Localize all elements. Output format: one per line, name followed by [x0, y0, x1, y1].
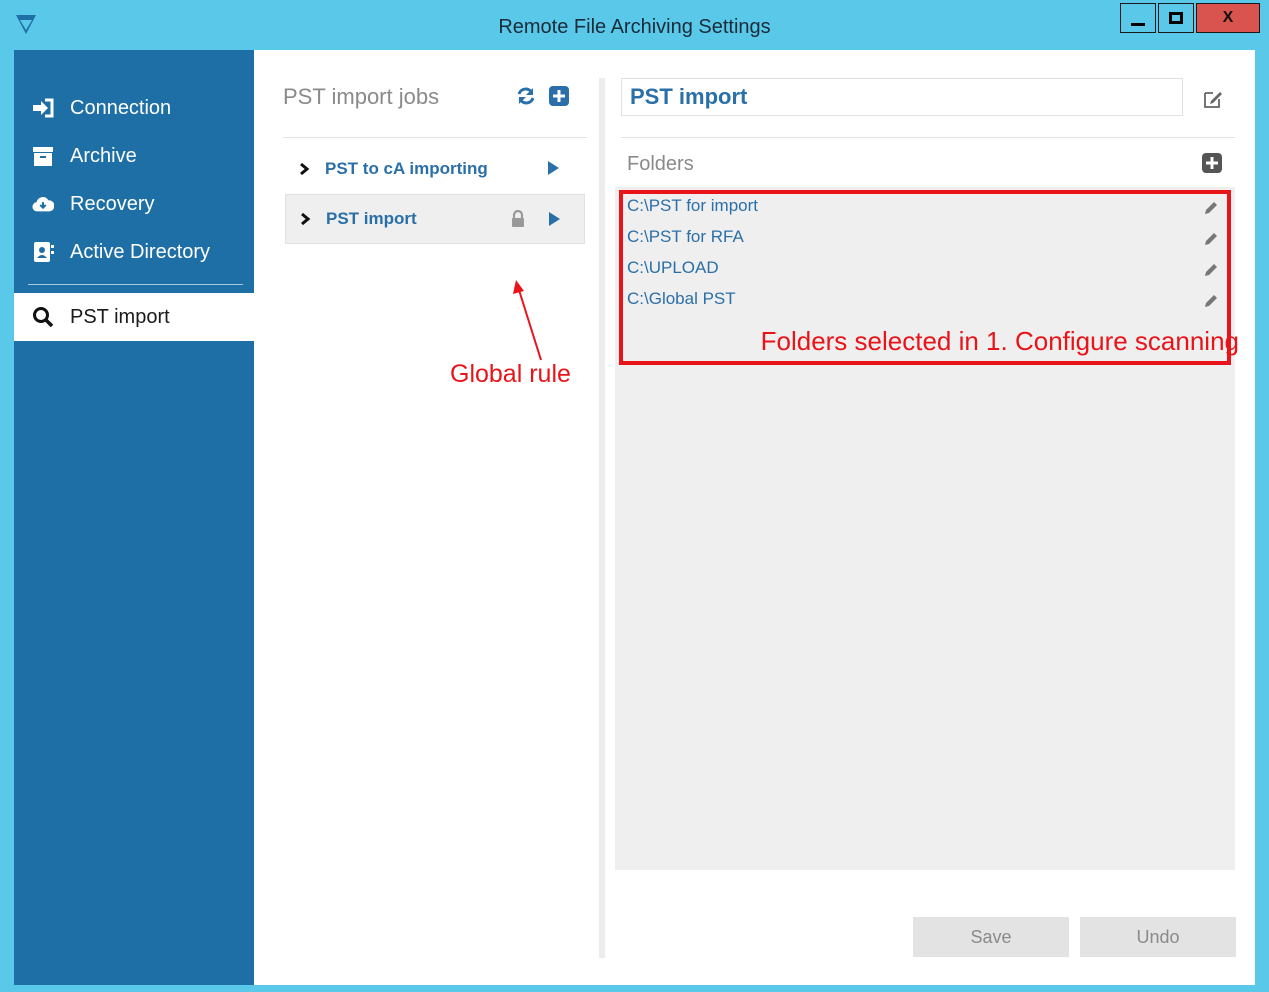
job-item-pst-import[interactable]: PST import [285, 194, 585, 244]
refresh-icon[interactable] [516, 86, 536, 106]
minimize-icon [1131, 22, 1145, 26]
edit-icon[interactable] [1202, 88, 1224, 110]
sidebar-item-label: Connection [70, 96, 172, 119]
sidebar-item-active-directory[interactable]: Active Directory [14, 230, 254, 274]
sign-in-icon [32, 97, 54, 119]
window-title: Remote File Archiving Settings [498, 16, 771, 38]
sidebar-item-label: Recovery [70, 192, 155, 215]
add-folder-icon[interactable] [1202, 153, 1222, 173]
sidebar-item-recovery[interactable]: Recovery [14, 182, 254, 226]
chevron-right-icon[interactable] [298, 212, 312, 226]
jobs-panel: PST import jobs PST to cA importing PST … [254, 50, 605, 985]
annotation-global-rule: Global rule [450, 360, 571, 388]
sidebar-item-archive[interactable]: Archive [14, 134, 254, 178]
annotation-folders-note: Folders selected in 1. Configure scannin… [760, 326, 1239, 356]
search-icon [32, 306, 54, 328]
sidebar-item-pst-import[interactable]: PST import [14, 293, 254, 341]
jobs-divider [283, 137, 587, 138]
add-job-icon[interactable] [549, 86, 569, 106]
sidebar-divider [28, 284, 243, 285]
maximize-button[interactable] [1158, 3, 1194, 33]
client-area: Connection Archive Recovery Active Direc… [14, 50, 1255, 985]
sidebar-item-connection[interactable]: Connection [14, 86, 254, 130]
job-item-pst-to-ca-importing[interactable]: PST to cA importing [285, 144, 585, 194]
undo-button[interactable]: Undo [1080, 917, 1236, 957]
run-job-icon[interactable] [546, 211, 562, 227]
maximize-icon [1169, 12, 1183, 24]
sidebar-item-label: Active Directory [70, 240, 211, 263]
chevron-right-icon[interactable] [297, 162, 311, 176]
job-name-field[interactable] [621, 78, 1183, 116]
sidebar: Connection Archive Recovery Active Direc… [14, 50, 254, 985]
save-button[interactable]: Save [913, 917, 1069, 957]
sidebar-item-label: PST import [70, 305, 170, 328]
detail-divider [621, 137, 1235, 138]
address-book-icon [32, 241, 54, 263]
sidebar-item-label: Archive [70, 144, 137, 167]
archive-icon [32, 145, 54, 167]
panel-divider [599, 78, 605, 958]
cloud-download-icon [32, 193, 54, 215]
folders-title: Folders [627, 153, 694, 175]
annotation-arrow [513, 280, 542, 361]
title-bar: Remote File Archiving Settings X [0, 0, 1269, 50]
jobs-title: PST import jobs [283, 84, 440, 109]
lock-icon [512, 210, 524, 227]
minimize-button[interactable] [1120, 3, 1156, 33]
app-window: Remote File Archiving Settings X Connect… [0, 0, 1269, 992]
job-detail-panel: Folders C:\PST for import C:\PST for RFA… [614, 50, 1255, 985]
job-label: PST import [326, 209, 417, 228]
close-button[interactable]: X [1196, 3, 1260, 33]
job-label: PST to cA importing [325, 159, 488, 178]
run-job-icon[interactable] [545, 160, 561, 176]
